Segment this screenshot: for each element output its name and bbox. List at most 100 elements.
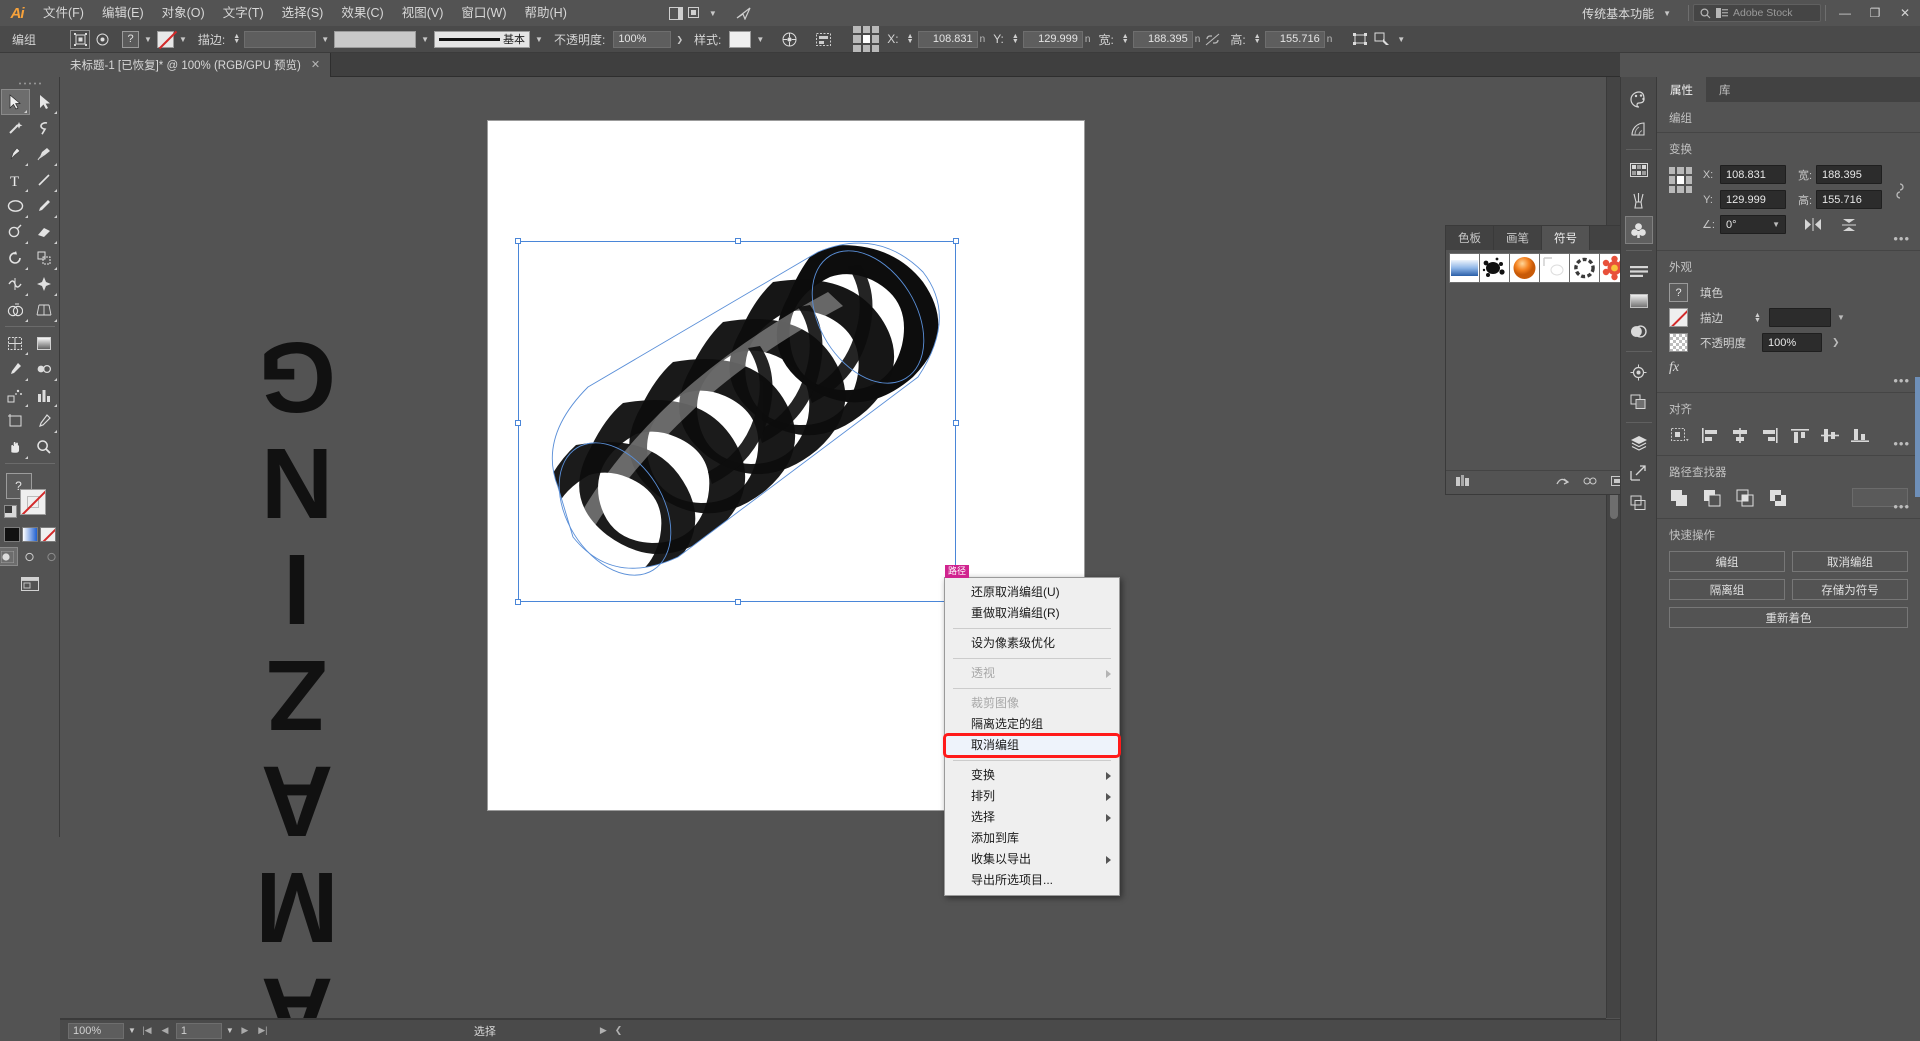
tool-eraser[interactable] xyxy=(30,219,59,245)
ctx-arrange[interactable]: 排列 xyxy=(945,786,1119,807)
last-artboard-icon[interactable]: ▶| xyxy=(256,1025,270,1036)
menu-select[interactable]: 选择(S) xyxy=(273,0,333,26)
x-field[interactable]: 108.831 xyxy=(918,31,978,48)
select-object-icon[interactable] xyxy=(1372,30,1392,49)
select-object-caret-icon[interactable]: ▼ xyxy=(1394,35,1408,44)
tool-direct-selection[interactable] xyxy=(30,89,59,115)
symbols-panel[interactable]: 色板 画笔 符号 » ≡ xyxy=(1445,225,1620,495)
prop-width-field[interactable]: 188.395 xyxy=(1816,165,1882,184)
gradient-icon[interactable] xyxy=(1625,287,1653,315)
place-symbol-instance-icon[interactable] xyxy=(1611,475,1620,490)
tool-hand[interactable] xyxy=(1,434,30,460)
symbol-options-icon[interactable] xyxy=(1583,475,1597,490)
align-to-selection-button[interactable] xyxy=(1669,425,1691,445)
menu-view[interactable]: 视图(V) xyxy=(393,0,453,26)
ctx-select[interactable]: 选择 xyxy=(945,807,1119,828)
y-stepper[interactable]: ▲▼ xyxy=(1012,34,1021,44)
pathfinder-icon[interactable] xyxy=(1625,388,1653,416)
next-artboard-icon[interactable]: ▶ xyxy=(238,1025,252,1036)
menu-edit[interactable]: 编辑(E) xyxy=(93,0,153,26)
tool-shaper[interactable] xyxy=(1,219,30,245)
none-button[interactable] xyxy=(40,527,56,542)
tool-gradient[interactable] xyxy=(30,330,59,356)
stroke-weight-stepper[interactable]: ▲▼ xyxy=(233,34,242,44)
transform-more-options[interactable]: ••• xyxy=(1893,231,1910,246)
fill-caret-icon[interactable]: ▼ xyxy=(141,35,155,44)
x-stepper[interactable]: ▲▼ xyxy=(907,34,916,44)
align-top-button[interactable] xyxy=(1789,425,1811,445)
appearance-icon[interactable] xyxy=(1625,358,1653,386)
color-icon[interactable] xyxy=(1625,85,1653,113)
tool-symbol-sprayer[interactable] xyxy=(1,382,30,408)
width-stepper[interactable]: ▲▼ xyxy=(1122,34,1131,44)
appear-stroke-weight-field[interactable] xyxy=(1769,308,1831,327)
fill-swatch[interactable]: ? xyxy=(122,31,139,48)
prop-y-field[interactable]: 129.999 xyxy=(1720,190,1786,209)
appear-opacity-expand-icon[interactable]: ❯ xyxy=(1832,337,1840,348)
height-stepper[interactable]: ▲▼ xyxy=(1254,34,1263,44)
paragraph-icon[interactable] xyxy=(1625,257,1653,285)
opacity-field[interactable]: 100% xyxy=(613,31,671,48)
align-bottom-button[interactable] xyxy=(1849,425,1871,445)
stroke-profile-selector[interactable]: 基本 xyxy=(434,31,530,48)
tool-mesh[interactable] xyxy=(1,330,30,356)
tool-column-graph[interactable] xyxy=(30,382,59,408)
select-all-similar-icon[interactable] xyxy=(92,30,112,49)
tab-brushes[interactable]: 画笔 xyxy=(1494,226,1542,250)
asset-export-icon[interactable] xyxy=(1625,459,1653,487)
menu-effect[interactable]: 效果(C) xyxy=(332,0,392,26)
tool-free-transform[interactable] xyxy=(30,271,59,297)
menubar-panel-toggle-icon[interactable] xyxy=(666,4,686,23)
zoom-caret-icon[interactable]: ▼ xyxy=(128,1026,136,1035)
appearance-stroke-swatch[interactable] xyxy=(1669,308,1688,327)
width-field[interactable]: 188.395 xyxy=(1133,31,1193,48)
toolbar-stroke-swatch[interactable] xyxy=(20,489,46,515)
canvas-vertical-scrollbar[interactable] xyxy=(1606,77,1620,1018)
flip-horizontal-button[interactable] xyxy=(1802,215,1824,234)
context-menu[interactable]: 路径 还原取消编组(U) 重做取消编组(R) 设为像素级优化 透视 裁剪图像 隔… xyxy=(944,577,1120,896)
tool-magic-wand[interactable] xyxy=(1,115,30,141)
ctx-collect-for-export[interactable]: 收集以导出 xyxy=(945,849,1119,870)
menu-type[interactable]: 文字(T) xyxy=(214,0,273,26)
minimize-button[interactable]: — xyxy=(1830,0,1860,26)
properties-scroll-indicator[interactable] xyxy=(1915,377,1920,497)
tool-zoom[interactable] xyxy=(30,434,59,460)
stock-search-input[interactable]: Adobe Stock xyxy=(1693,4,1821,22)
tool-scale[interactable] xyxy=(30,245,59,271)
align-horizontal-center-button[interactable] xyxy=(1729,425,1751,445)
draw-behind-button[interactable] xyxy=(20,547,40,566)
ctx-make-pixel-perfect[interactable]: 设为像素级优化 xyxy=(945,633,1119,654)
tool-rotate[interactable] xyxy=(1,245,30,271)
symbol-red-flower[interactable] xyxy=(1599,253,1620,283)
default-fill-stroke-icon[interactable] xyxy=(4,505,17,518)
symbol-rope-ring[interactable] xyxy=(1569,253,1600,283)
ctx-undo-ungroup[interactable]: 还原取消编组(U) xyxy=(945,582,1119,603)
menu-file[interactable]: 文件(F) xyxy=(34,0,93,26)
artboard-caret-icon[interactable]: ▼ xyxy=(226,1026,234,1035)
transform-reference-point[interactable] xyxy=(1669,167,1692,193)
stroke-caret-icon[interactable]: ▼ xyxy=(176,35,190,44)
stroke-weight-field[interactable] xyxy=(244,31,316,48)
pathfinder-minus-front-button[interactable] xyxy=(1702,488,1724,508)
tool-selection[interactable] xyxy=(1,89,30,115)
cylinder-artwork[interactable] xyxy=(518,237,968,612)
draw-normal-button[interactable] xyxy=(0,547,18,566)
tool-lasso[interactable] xyxy=(30,115,59,141)
pathfinder-intersect-button[interactable] xyxy=(1735,488,1757,508)
menubar-arrange-icon[interactable] xyxy=(686,4,706,23)
prop-x-field[interactable]: 108.831 xyxy=(1720,165,1786,184)
status-next-icon[interactable]: ▶ xyxy=(600,1025,607,1036)
recolor-artwork-icon[interactable] xyxy=(779,30,799,49)
pathfinder-exclude-button[interactable] xyxy=(1768,488,1790,508)
constrain-proportions-toggle[interactable] xyxy=(1892,181,1908,200)
color-guide-icon[interactable] xyxy=(1625,115,1653,143)
ctx-transform[interactable]: 变换 xyxy=(945,765,1119,786)
status-prev-icon[interactable]: ❮ xyxy=(615,1025,623,1036)
align-options-icon[interactable] xyxy=(813,30,833,49)
stroke-variable-width-field[interactable] xyxy=(334,31,416,48)
tab-libraries[interactable]: 库 xyxy=(1706,77,1744,102)
ctx-ungroup[interactable]: 取消编组 xyxy=(945,735,1119,756)
appear-opacity-field[interactable]: 100% xyxy=(1762,333,1822,352)
toolbar-grip[interactable] xyxy=(15,81,45,86)
constrain-proportions-icon[interactable] xyxy=(1202,30,1222,49)
